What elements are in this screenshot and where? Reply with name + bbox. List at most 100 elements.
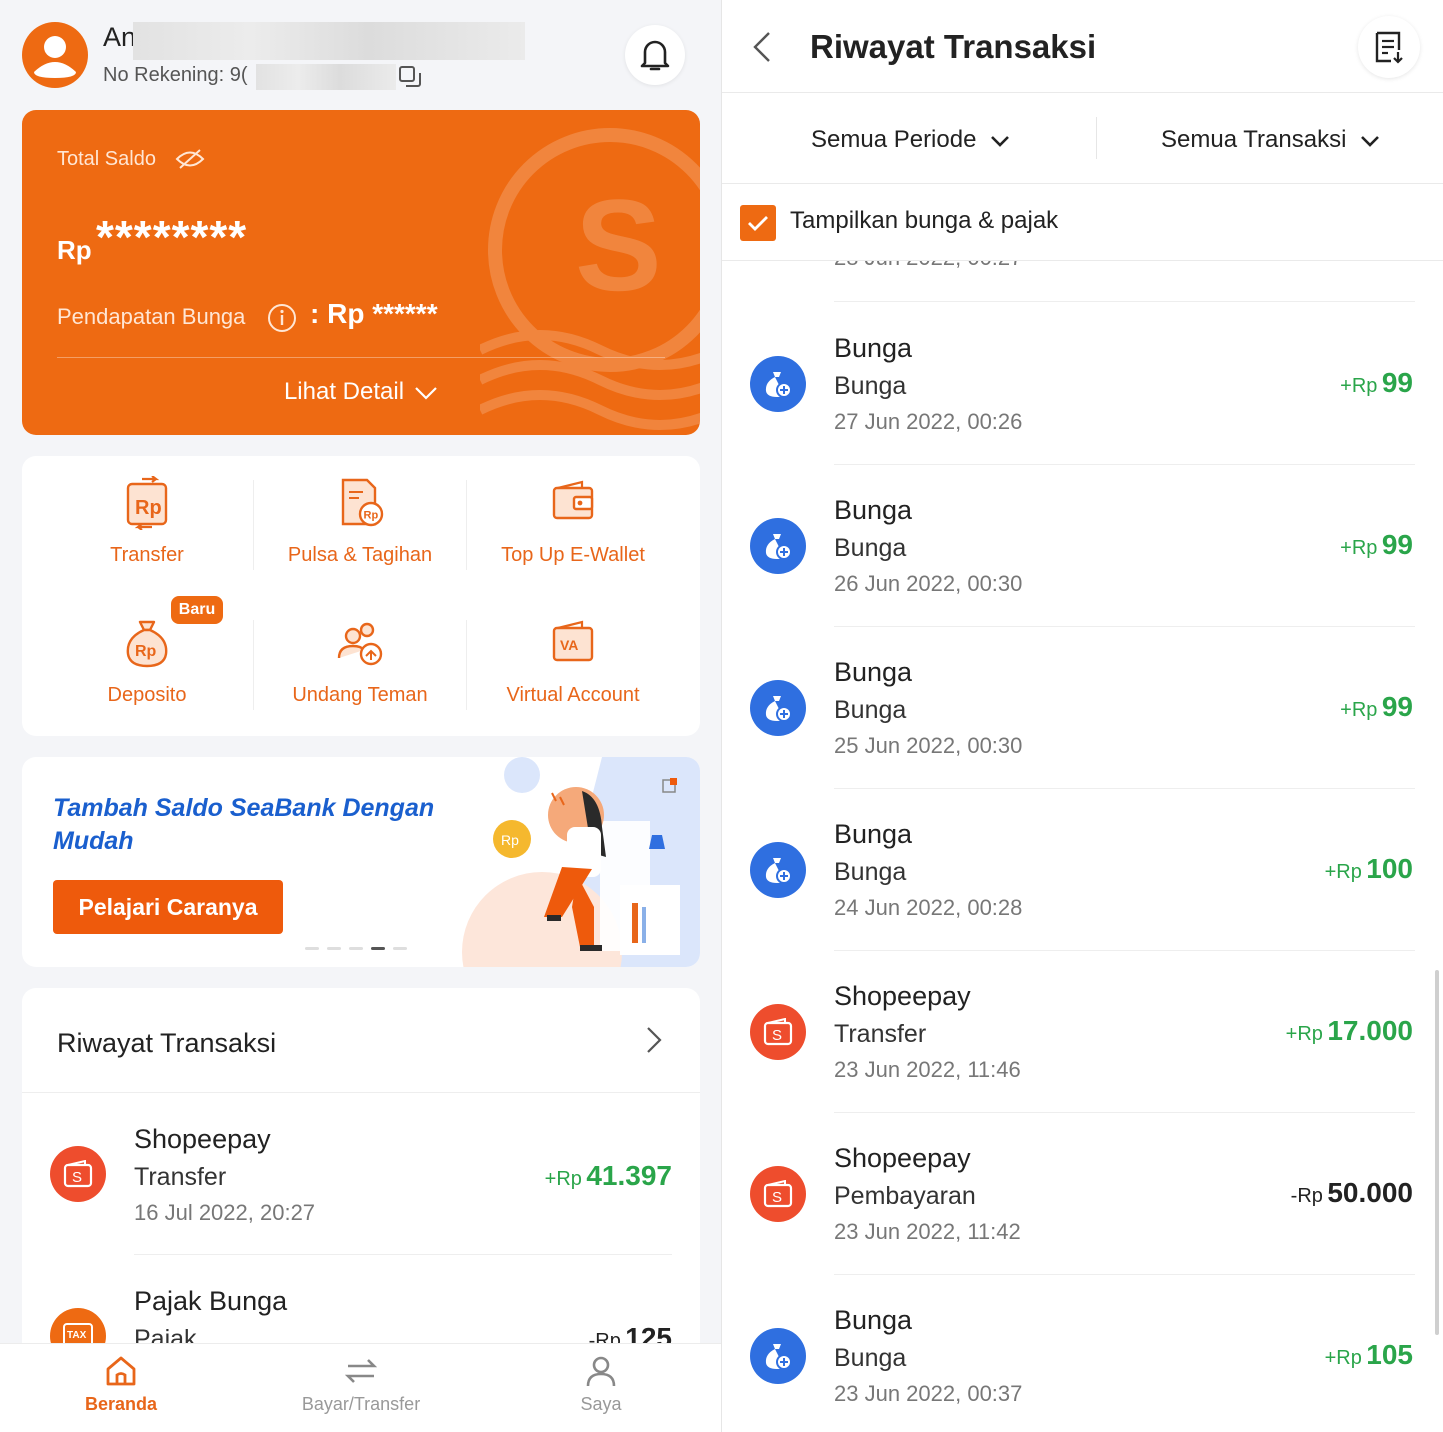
txn-date: 24 Jun 2022, 00:28 [834,895,1023,920]
txn-type: Bunga [834,858,907,886]
menu-pulsa-tagihan[interactable]: Rp Pulsa & Tagihan [247,456,473,596]
txn-date: 23 Jun 2022, 00:37 [834,1381,1023,1406]
home-icon [106,1356,136,1386]
txn-amount: +Rp 17.000 [1285,1015,1413,1046]
nav-bayar-transfer[interactable]: Bayar/Transfer [281,1344,441,1432]
svg-text:Rp: Rp [501,832,519,848]
interest-bag-icon [750,1328,806,1384]
chevron-down-icon [1361,135,1380,147]
user-icon [586,1356,616,1387]
txn-type: Pembayaran [834,1182,976,1210]
nav-label: Saya [580,1394,622,1414]
info-icon[interactable] [267,303,297,333]
chevron-right-icon[interactable] [646,1026,662,1054]
svg-text:S: S [575,172,662,318]
menu-transfer[interactable]: Rp Transfer [34,456,260,596]
external-link-icon[interactable] [662,777,678,793]
redacted-account [256,64,396,90]
txn-date-partial: 28 Jun 2022, 00:27 [834,261,1022,271]
txn-date: 26 Jun 2022, 00:30 [834,571,1023,596]
transaction-row[interactable]: S Shopeepay Transfer 23 Jun 2022, 11:46 +Rp … [722,951,1443,1113]
shopeepay-icon: S [50,1146,106,1202]
bell-icon [640,40,670,71]
promo-banner[interactable]: Tambah Saldo SeaBank Dengan Mudah Pelaja… [22,757,700,967]
txn-name: Pajak Bunga [134,1286,288,1316]
menu-virtual-account[interactable]: VA Virtual Account [460,596,686,736]
period-filter[interactable]: Semua Periode [811,126,1010,154]
txn-type: Bunga [834,534,907,562]
type-filter-label: Semua Transaksi [1161,126,1347,153]
transaction-history-card: Riwayat Transaksi S Shopeepay Transfer 1… [22,988,700,1388]
txn-amount: +Rp 99 [1340,367,1413,398]
type-filter[interactable]: Semua Transaksi [1161,126,1380,154]
page-title: Riwayat Transaksi [810,28,1097,65]
svg-text:TAX: TAX [67,1330,87,1341]
transfer-icon: Rp [126,476,168,530]
bill-icon: Rp [341,478,384,527]
interest-bag-icon [750,680,806,736]
nav-label: Beranda [84,1394,158,1414]
avatar[interactable] [22,22,88,88]
account-number: No Rekening: 9( [103,64,248,86]
txn-type: Transfer [134,1163,227,1191]
svg-text:Rp: Rp [135,643,157,660]
quick-menu: Rp Transfer Rp Pulsa & Tagihan Top Up E-… [22,456,700,736]
txn-type: Bunga [834,372,907,400]
txn-date: 27 Jun 2022, 00:26 [834,409,1023,434]
transaction-row[interactable]: S Shopeepay Pembayaran 23 Jun 2022, 11:42 -R… [722,1113,1443,1275]
nav-saya[interactable]: Saya [521,1344,681,1432]
menu-topup-ewallet[interactable]: Top Up E-Wallet [460,456,686,596]
copy-icon[interactable] [399,66,421,88]
chevron-down-icon [991,135,1010,147]
txn-type: Bunga [834,696,907,724]
menu-label: Undang Teman [292,684,428,706]
checkmark-icon [748,216,768,231]
learn-how-button[interactable]: Pelajari Caranya [53,880,283,934]
view-detail-button[interactable]: Lihat Detail [22,378,700,406]
txn-date: 25 Jun 2022, 00:30 [834,733,1023,758]
menu-deposito[interactable]: Rp Deposito [34,596,260,736]
nav-label: Bayar/Transfer [301,1394,421,1414]
svg-text:S: S [772,1027,782,1044]
history-title[interactable]: Riwayat Transaksi [57,1028,276,1059]
txn-amount: +Rp 41.397 [544,1160,672,1191]
balance-card: S Total Saldo Rp ******** Pendapatan Bun… [22,110,700,435]
svg-text:Rp: Rp [364,510,379,522]
transaction-row[interactable]: Bunga Bunga 25 Jun 2022, 00:30 +Rp 99 [722,627,1443,789]
txn-amount: +Rp 99 [1340,691,1413,722]
scrollbar[interactable] [1435,970,1439,1335]
back-arrow-icon[interactable] [752,30,772,64]
promo-title: Tambah Saldo SeaBank Dengan Mudah [53,794,435,855]
txn-name: Bunga [834,333,913,363]
interest-bag-icon [750,518,806,574]
va-icon: VA [552,620,594,662]
svg-text:Rp: Rp [135,497,162,519]
show-interest-tax-checkbox[interactable] [740,205,776,241]
wallet-icon [552,480,594,520]
txn-type: Transfer [834,1020,927,1048]
menu-label: Transfer [110,544,184,566]
transaction-row[interactable]: Bunga Bunga 27 Jun 2022, 00:26 +Rp 99 [722,303,1443,465]
transaction-row[interactable]: Bunga Bunga 26 Jun 2022, 00:30 +Rp 99 [722,465,1443,627]
total-balance-label: Total Saldo [57,148,156,170]
transaction-row[interactable]: Bunga Bunga 23 Jun 2022, 00:37 +Rp 105 [722,1275,1443,1432]
view-detail-label: Lihat Detail [283,378,405,405]
nav-beranda[interactable]: Beranda [41,1344,201,1432]
money-bag-icon: Rp [126,620,168,668]
eye-hidden-icon[interactable] [175,148,205,170]
transaction-row[interactable]: Bunga Bunga 24 Jun 2022, 00:28 +Rp 100 [722,789,1443,951]
interest-bag-icon [750,356,806,412]
txn-name: Shopeepay [834,1143,971,1173]
menu-undang-teman[interactable]: Undang Teman [247,596,473,736]
period-filter-label: Semua Periode [811,126,977,153]
show-interest-tax-label[interactable]: Tampilkan bunga & pajak [790,207,1058,235]
menu-label: Top Up E-Wallet [501,544,645,566]
statement-button[interactable] [1358,16,1420,78]
txn-amount: -Rp 50.000 [1290,1177,1413,1208]
document-download-icon [1375,31,1403,64]
invite-friends-icon [337,622,383,666]
masked-balance: ******** [96,211,248,263]
txn-amount: +Rp 105 [1324,1339,1413,1370]
svg-text:S: S [72,1169,82,1186]
notification-button[interactable] [625,25,685,85]
